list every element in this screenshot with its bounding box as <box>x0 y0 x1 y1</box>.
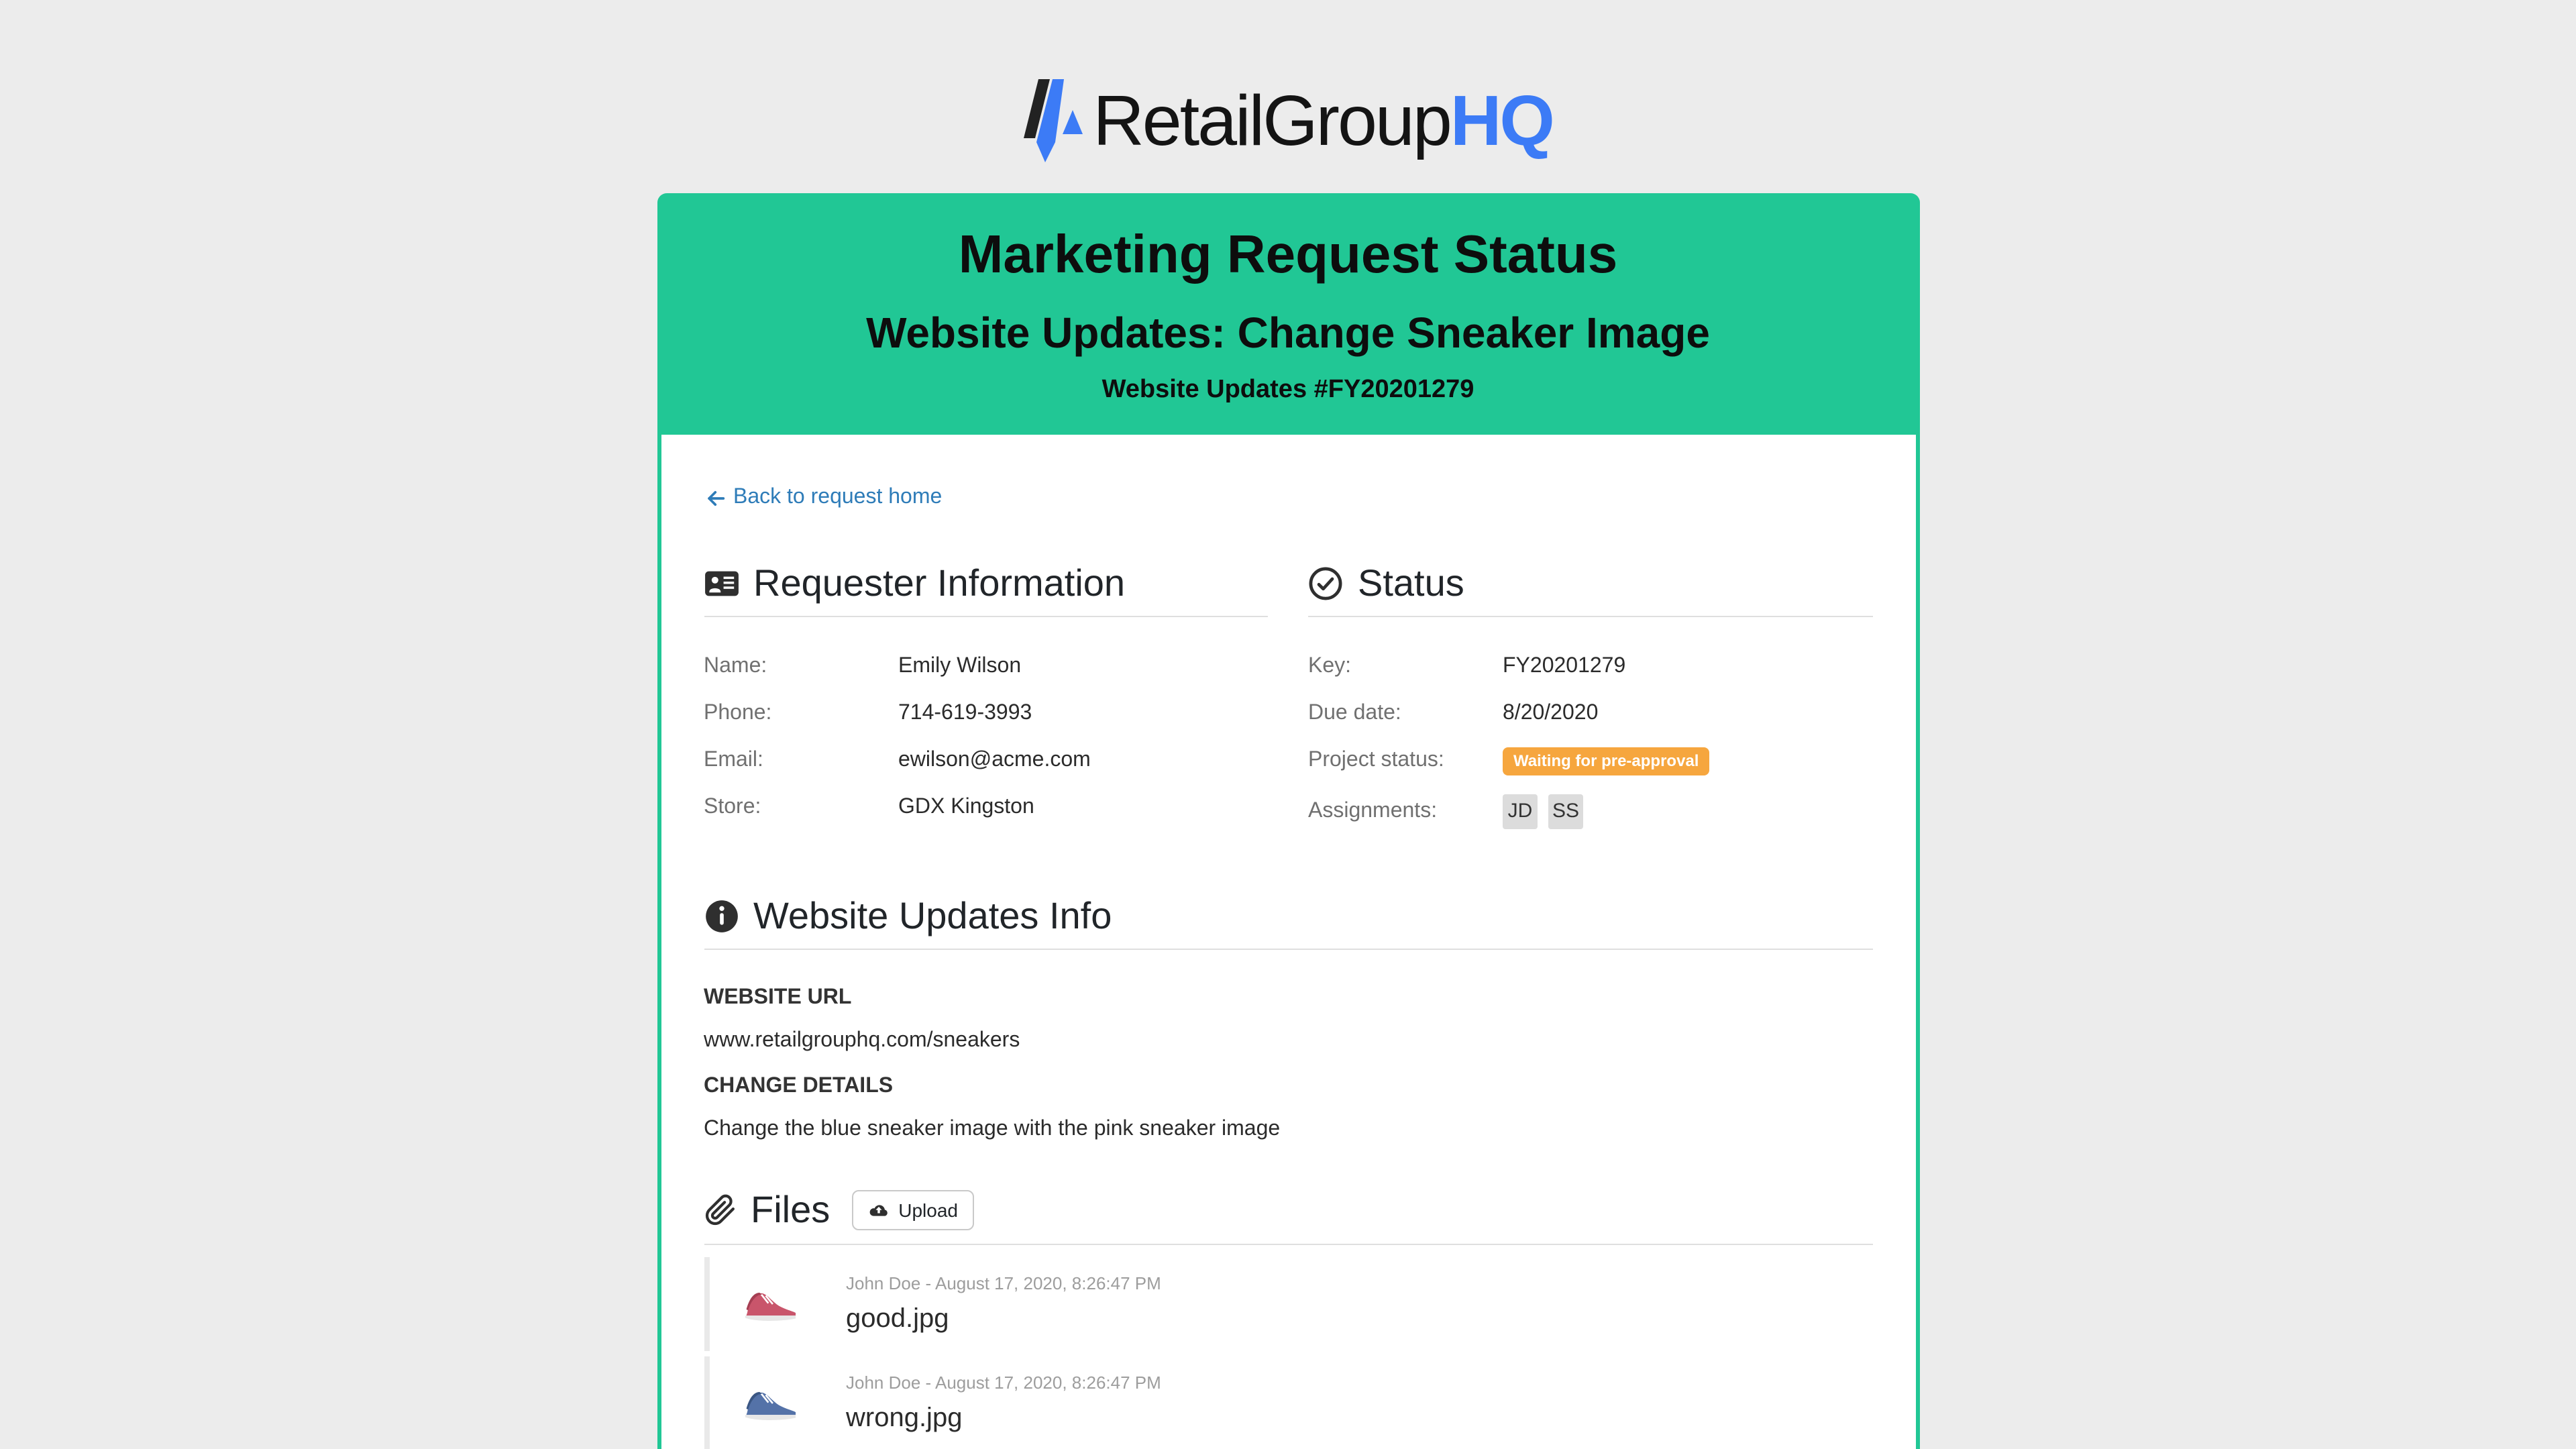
pink-sneaker-image <box>741 1283 798 1324</box>
file-thumbnail-pink-sneaker[interactable] <box>741 1275 798 1332</box>
website-url-value: www.retailgrouphq.com/sneakers <box>704 1028 1872 1053</box>
brand-logo: RetailGroupHQ <box>0 0 2576 164</box>
file-meta: John Doe - August 17, 2020, 8:26:47 PM <box>846 1372 1161 1392</box>
file-thumbnail-blue-sneaker[interactable] <box>741 1375 798 1431</box>
status-row-assignments: Assignments: JD SS <box>1308 798 1872 828</box>
status-row-due-date: Due date: 8/20/2020 <box>1308 700 1872 727</box>
field-label: Due date: <box>1308 700 1503 727</box>
files-section: Files Upload <box>704 1189 1872 1449</box>
field-value: 8/20/2020 <box>1503 700 1598 727</box>
brand-name-primary: RetailGroup <box>1093 81 1450 160</box>
requester-section-header: Requester Information <box>704 564 1268 616</box>
request-reference: Website Updates #FY20201279 <box>684 376 1892 405</box>
back-to-request-home-link[interactable]: Back to request home <box>704 486 942 510</box>
request-card-header: Marketing Request Status Website Updates… <box>657 193 1919 435</box>
change-details-value: Change the blue sneaker image with the p… <box>704 1117 1872 1141</box>
requester-section-title: Requester Information <box>753 564 1125 602</box>
file-meta: John Doe - August 17, 2020, 8:26:47 PM <box>846 1273 1161 1293</box>
arrow-left-icon <box>704 486 727 509</box>
requester-section-body: Name: Emily Wilson Phone: 714-619-3993 E… <box>704 616 1268 820</box>
status-section: Status Key: FY20201279 Due date: 8/20/20… <box>1308 564 1872 849</box>
info-section-body: WEBSITE URL www.retailgrouphq.com/sneake… <box>704 949 1872 1141</box>
back-link-label: Back to request home <box>733 486 942 510</box>
status-section-body: Key: FY20201279 Due date: 8/20/2020 Proj… <box>1308 616 1872 828</box>
field-value: Emily Wilson <box>898 653 1021 680</box>
status-row-project-status: Project status: Waiting for pre-approval <box>1308 747 1872 775</box>
retailgrouphq-logo-icon <box>1023 78 1085 164</box>
assignee-badge[interactable]: JD <box>1503 794 1538 828</box>
files-section-header: Files Upload <box>704 1189 1872 1244</box>
status-section-title: Status <box>1358 564 1464 602</box>
paperclip-icon <box>704 1193 736 1226</box>
file-text: John Doe - August 17, 2020, 8:26:47 PM w… <box>846 1372 1161 1434</box>
field-label: Store: <box>704 794 898 820</box>
info-circle-icon <box>704 898 739 933</box>
project-status-badge: Waiting for pre-approval <box>1503 747 1709 775</box>
field-value: FY20201279 <box>1503 653 1625 680</box>
field-label: Phone: <box>704 700 898 727</box>
cloud-upload-icon <box>867 1199 889 1220</box>
change-details-label: CHANGE DETAILS <box>704 1074 1872 1098</box>
upload-button[interactable]: Upload <box>851 1189 974 1230</box>
blue-sneaker-image <box>741 1383 798 1423</box>
brand-name: RetailGroupHQ <box>1093 85 1553 156</box>
requester-row-name: Name: Emily Wilson <box>704 653 1268 680</box>
field-label: Key: <box>1308 653 1503 680</box>
status-row-key: Key: FY20201279 <box>1308 653 1872 680</box>
upload-button-label: Upload <box>898 1199 958 1220</box>
field-value: ewilson@acme.com <box>898 747 1091 773</box>
address-card-icon <box>704 566 739 600</box>
requester-information-section: Requester Information Name: Emily Wilson… <box>704 564 1268 849</box>
field-label: Project status: <box>1308 747 1503 773</box>
status-section-header: Status <box>1308 564 1872 616</box>
requester-row-email: Email: ewilson@acme.com <box>704 747 1268 773</box>
check-circle-icon <box>1308 566 1343 600</box>
brand-name-accent: HQ <box>1450 81 1553 160</box>
assignee-badge[interactable]: SS <box>1548 794 1583 828</box>
assignee-badges: JD SS <box>1503 794 1583 828</box>
page: RetailGroupHQ Marketing Request Status W… <box>0 0 2576 1449</box>
page-title: Marketing Request Status <box>684 225 1892 286</box>
file-item-good: John Doe - August 17, 2020, 8:26:47 PM g… <box>704 1256 1872 1350</box>
summary-columns: Requester Information Name: Emily Wilson… <box>704 564 1872 849</box>
info-section-title: Website Updates Info <box>753 897 1112 934</box>
file-list: John Doe - August 17, 2020, 8:26:47 PM g… <box>704 1244 1872 1449</box>
info-section-header: Website Updates Info <box>704 897 1872 949</box>
file-item-wrong: John Doe - August 17, 2020, 8:26:47 PM w… <box>704 1356 1872 1449</box>
request-title: Website Updates: Change Sneaker Image <box>684 309 1892 358</box>
website-updates-info-section: Website Updates Info WEBSITE URL www.ret… <box>704 897 1872 1141</box>
requester-row-store: Store: GDX Kingston <box>704 794 1268 820</box>
field-value: GDX Kingston <box>898 794 1034 820</box>
field-label: Name: <box>704 653 898 680</box>
file-text: John Doe - August 17, 2020, 8:26:47 PM g… <box>846 1273 1161 1334</box>
field-label: Email: <box>704 747 898 773</box>
files-section-title: Files <box>751 1191 830 1228</box>
file-name[interactable]: wrong.jpg <box>846 1403 1161 1434</box>
requester-row-phone: Phone: 714-619-3993 <box>704 700 1268 727</box>
file-name[interactable]: good.jpg <box>846 1303 1161 1334</box>
field-value: 714-619-3993 <box>898 700 1032 727</box>
field-label: Assignments: <box>1308 798 1503 824</box>
website-url-label: WEBSITE URL <box>704 985 1872 1010</box>
request-card: Marketing Request Status Website Updates… <box>657 193 1919 1449</box>
request-card-body: Back to request home <box>661 435 1915 1449</box>
